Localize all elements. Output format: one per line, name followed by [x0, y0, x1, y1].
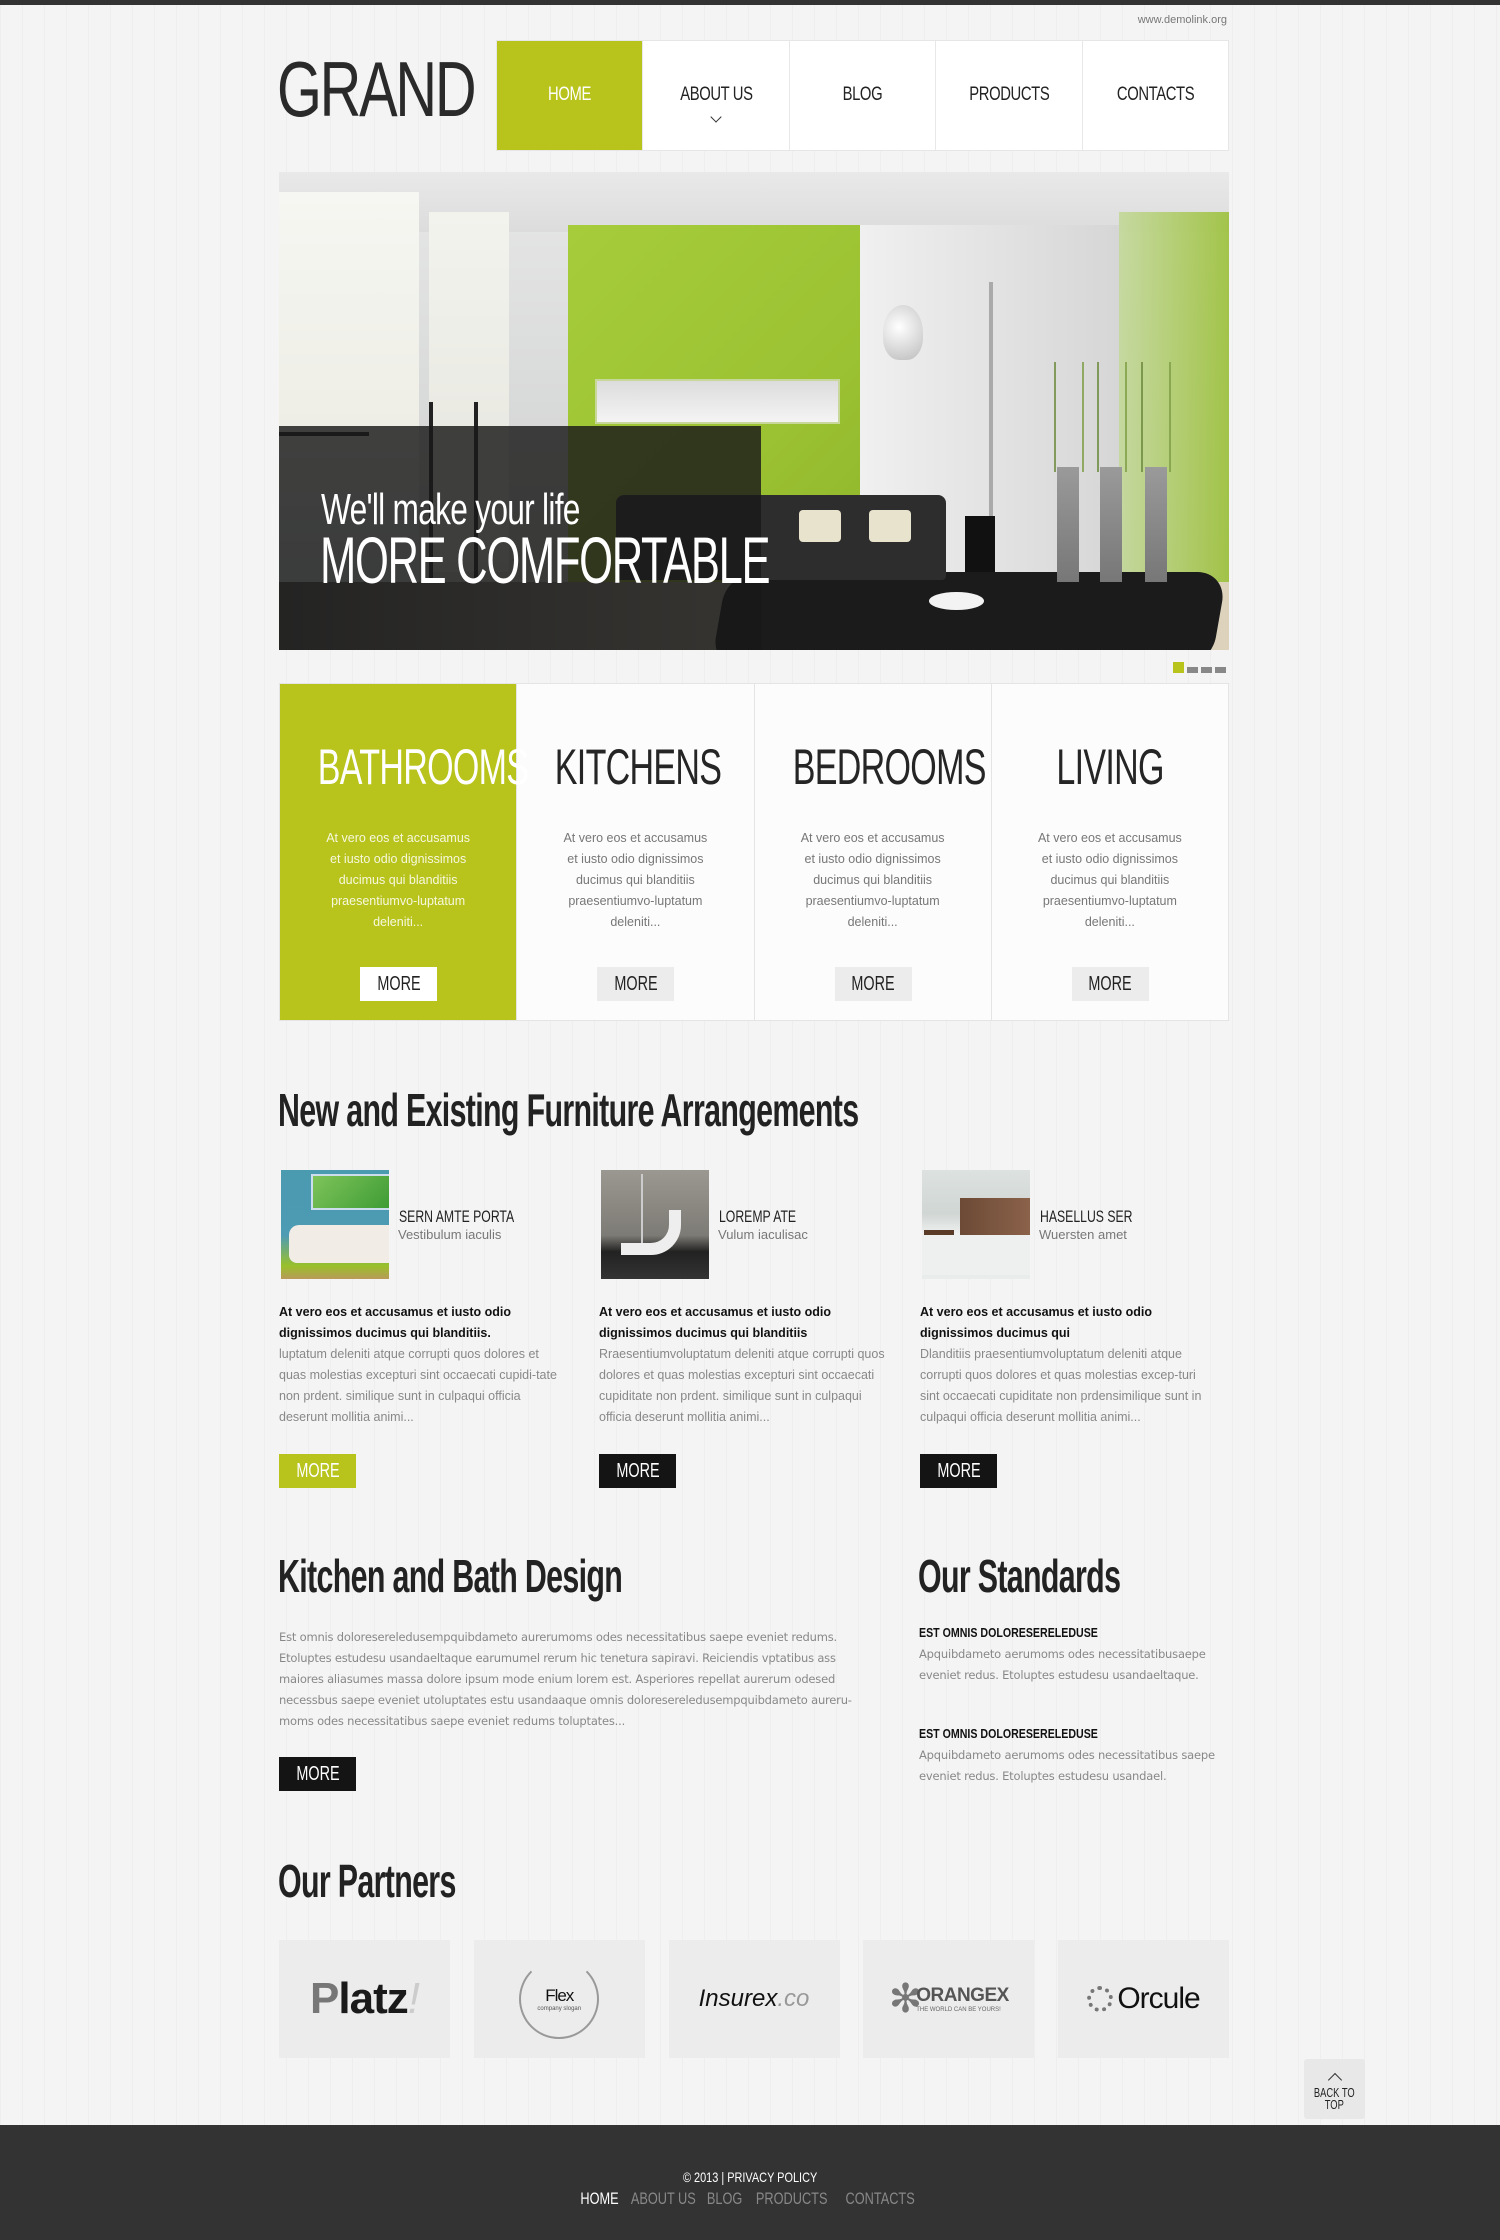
category-boxes: BATHROOMS At vero eos et accusamus et iu…	[279, 683, 1229, 1021]
chevron-down-icon	[710, 111, 722, 123]
platz-logo: Platz!	[310, 1974, 420, 2023]
more-button[interactable]: MORE	[599, 1454, 676, 1488]
item-title[interactable]: HASELLUS SER	[1040, 1207, 1133, 1227]
copyright[interactable]: © 2013 | PRIVACY POLICY	[0, 2169, 1500, 2185]
nav-label: ABOUT US	[679, 83, 753, 105]
category-bedrooms: BEDROOMS At vero eos et accusamus et ius…	[755, 684, 992, 1020]
more-button[interactable]: MORE	[360, 967, 438, 1001]
item-text: Dlanditiis praesentiumvoluptatum delenit…	[920, 1347, 1202, 1424]
slider-dot[interactable]	[1187, 667, 1198, 673]
category-text: At vero eos et accusamus et iusto odio d…	[563, 831, 708, 929]
insurex-logo: Insurex.co	[698, 1985, 810, 2012]
partner-orcule[interactable]: Orcule	[1058, 1940, 1229, 2058]
footer-link-products[interactable]: PRODUCTS	[756, 2189, 828, 2209]
section-title-partners: Our Partners	[278, 1855, 456, 1907]
footer-link-about-us[interactable]: ABOUT US	[631, 2189, 696, 2209]
orangex-logo: ✻ ORANGEX THE WORLD CAN BE YOURS!	[888, 1977, 1010, 2021]
item-title[interactable]: LOREMP ATE	[719, 1207, 796, 1227]
partner-orangex[interactable]: ✻ ORANGEX THE WORLD CAN BE YOURS!	[863, 1940, 1035, 2058]
category-title: BEDROOMS	[792, 739, 986, 795]
orcule-logo: Orcule	[1087, 1982, 1201, 2016]
item-title[interactable]: SERN AMTE PORTA	[399, 1207, 514, 1227]
nav-item-home[interactable]: HOME	[497, 41, 644, 150]
kitchen-bath-text: Est omnis doloresereledusempquibdameto a…	[279, 1630, 852, 1728]
item-lead: At vero eos et accusamus et iusto odio d…	[599, 1305, 832, 1340]
hero-slider[interactable]: We'll make your life MORE COMFORTABLE	[279, 172, 1229, 650]
hero-headline-line2: MORE COMFORTABLE	[320, 523, 771, 597]
footer-link-blog[interactable]: BLOG	[707, 2189, 742, 2209]
slider-dot[interactable]	[1215, 667, 1226, 673]
more-button[interactable]: MORE	[279, 1757, 356, 1791]
nav-item-products[interactable]: PRODUCTS	[936, 41, 1083, 150]
top-bar	[0, 0, 1500, 5]
category-title: LIVING	[1056, 739, 1164, 795]
footer-link-home[interactable]: HOME	[580, 2189, 618, 2209]
logo[interactable]: GRAND	[277, 44, 477, 134]
item-subtitle: Wuersten amet	[1039, 1227, 1127, 1242]
category-text: At vero eos et accusamus et iusto odio d…	[800, 831, 945, 929]
standard-title: EST OMNIS DOLORESERELEDUSE	[919, 1727, 1098, 1741]
standard-text: Apquibdameto aerumoms odes necessitatibu…	[919, 1748, 1215, 1783]
category-bathrooms: BATHROOMS At vero eos et accusamus et iu…	[280, 684, 529, 1020]
furniture-thumbnail[interactable]	[922, 1170, 1030, 1279]
ring-icon	[1087, 1986, 1114, 2012]
partner-flex[interactable]: Flex company slogan	[473, 1940, 645, 2058]
more-button[interactable]: MORE	[920, 1454, 997, 1488]
standard-title: EST OMNIS DOLORESERELEDUSE	[919, 1626, 1098, 1640]
item-subtitle: Vulum iaculisac	[718, 1227, 808, 1242]
footer-link-contacts[interactable]: CONTACTS	[846, 2189, 915, 2209]
category-living: LIVING At vero eos et accusamus et iusto…	[992, 684, 1228, 1020]
partner-logos: Platz! Flex company slogan Insurex.co ✻ …	[279, 1940, 1229, 2058]
category-text: At vero eos et accusamus et iusto odio d…	[1037, 831, 1182, 929]
back-to-top-button[interactable]: BACK TO TOP	[1304, 2059, 1365, 2119]
more-button[interactable]: MORE	[1071, 967, 1149, 1001]
furniture-thumbnail[interactable]	[281, 1170, 389, 1279]
nav-item-blog[interactable]: BLOG	[790, 41, 937, 150]
flex-logo: Flex company slogan	[519, 1959, 600, 2039]
nav-label: CONTACTS	[1116, 83, 1195, 105]
slider-pagination	[1173, 662, 1226, 673]
category-text: At vero eos et accusamus et iusto odio d…	[326, 831, 471, 929]
partner-platz[interactable]: Platz!	[279, 1940, 450, 2058]
item-subtitle: Vestibulum iaculis	[398, 1227, 502, 1242]
partner-insurex[interactable]: Insurex.co	[668, 1940, 840, 2058]
slider-dot[interactable]	[1173, 662, 1184, 673]
slider-dot[interactable]	[1201, 667, 1212, 673]
site-url[interactable]: www.demolink.org	[1138, 14, 1227, 26]
standard-text: Apquibdameto aerumoms odes necessitatibu…	[919, 1647, 1206, 1682]
section-title-standards: Our Standards	[918, 1550, 1121, 1602]
more-button[interactable]: MORE	[834, 967, 912, 1001]
main-nav: HOME ABOUT US BLOG PRODUCTS CONTACTS	[496, 40, 1229, 151]
category-kitchens: KITCHENS At vero eos et accusamus et ius…	[517, 684, 755, 1020]
nav-label: HOME	[548, 83, 592, 105]
nav-item-contacts[interactable]: CONTACTS	[1083, 41, 1228, 150]
item-lead: At vero eos et accusamus et iusto odio d…	[920, 1305, 1153, 1340]
nav-label: BLOG	[842, 83, 883, 105]
footer: © 2013 | PRIVACY POLICY HOME ABOUT US BL…	[0, 2125, 1500, 2240]
furniture-thumbnail[interactable]	[601, 1170, 709, 1279]
standard-item: EST OMNIS DOLORESERELEDUSE Apquibdameto …	[919, 1624, 1239, 1686]
footer-nav: HOME ABOUT US BLOG PRODUCTS CONTACTS	[0, 2189, 1500, 2209]
category-title: KITCHENS	[555, 739, 722, 795]
section-title-kitchen-bath: Kitchen and Bath Design	[278, 1550, 623, 1602]
category-title: BATHROOMS	[317, 739, 529, 795]
standard-item: EST OMNIS DOLORESERELEDUSE Apquibdameto …	[919, 1725, 1239, 1787]
more-button[interactable]: MORE	[597, 967, 675, 1001]
section-title-furniture: New and Existing Furniture Arrangements	[278, 1084, 859, 1136]
nav-item-about-us[interactable]: ABOUT US	[643, 41, 790, 150]
item-lead: At vero eos et accusamus et iusto odio d…	[279, 1305, 512, 1340]
item-text: luptatum deleniti atque corrupti quos do…	[279, 1347, 557, 1424]
item-text: Rraesentiumvoluptatum deleniti atque cor…	[599, 1347, 885, 1424]
nav-label: PRODUCTS	[968, 83, 1049, 105]
more-button[interactable]: MORE	[279, 1454, 356, 1488]
